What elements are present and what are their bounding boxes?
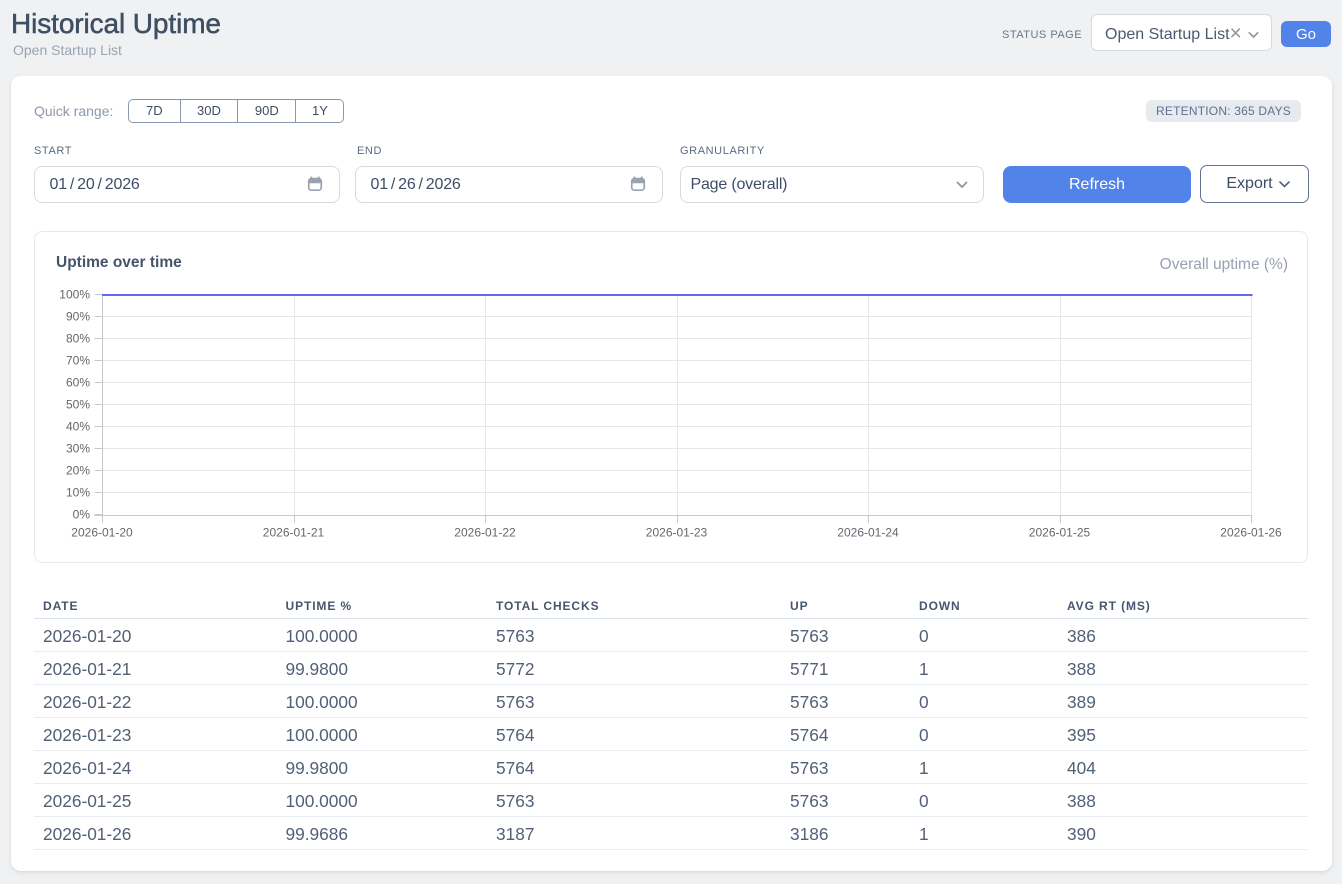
svg-text:100%: 100% <box>59 288 90 302</box>
svg-text:50%: 50% <box>66 398 90 412</box>
svg-text:20%: 20% <box>66 464 90 478</box>
svg-text:40%: 40% <box>66 420 90 434</box>
svg-text:70%: 70% <box>66 354 90 368</box>
svg-text:80%: 80% <box>66 332 90 346</box>
svg-text:2026-01-23: 2026-01-23 <box>646 526 708 540</box>
svg-text:10%: 10% <box>66 486 90 500</box>
svg-text:60%: 60% <box>66 376 90 390</box>
svg-text:2026-01-20: 2026-01-20 <box>71 526 133 540</box>
svg-text:0%: 0% <box>73 508 91 522</box>
svg-text:2026-01-24: 2026-01-24 <box>837 526 899 540</box>
svg-text:2026-01-21: 2026-01-21 <box>263 526 325 540</box>
svg-text:2026-01-22: 2026-01-22 <box>454 526 516 540</box>
svg-text:2026-01-25: 2026-01-25 <box>1029 526 1091 540</box>
svg-text:90%: 90% <box>66 310 90 324</box>
svg-text:30%: 30% <box>66 442 90 456</box>
svg-text:2026-01-26: 2026-01-26 <box>1220 526 1282 540</box>
